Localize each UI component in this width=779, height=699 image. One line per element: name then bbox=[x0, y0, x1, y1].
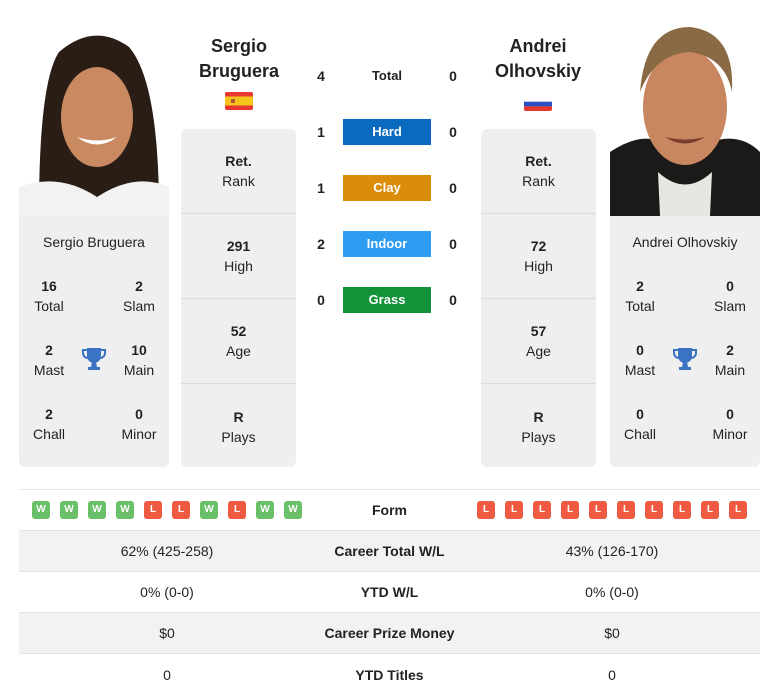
titles-chall: 2 Chall bbox=[33, 406, 65, 442]
player-left-photo bbox=[19, 22, 169, 216]
titles-mast: 0 Mast bbox=[624, 342, 656, 378]
age-cell: 52 Age bbox=[181, 299, 296, 384]
surface-grass-badge[interactable]: Grass bbox=[343, 287, 431, 313]
player-left-titles-card: Sergio Bruguera 16 Total 2 Slam 2 Mast 10 Ma… bbox=[19, 216, 169, 467]
titles-mast: 2 Mast bbox=[33, 342, 65, 378]
spain-flag-icon bbox=[225, 92, 253, 110]
form-result-badge[interactable]: L bbox=[589, 501, 607, 519]
form-result-badge[interactable]: W bbox=[200, 501, 218, 519]
form-result-badge[interactable]: W bbox=[32, 501, 50, 519]
table-row: $0 Career Prize Money $0 bbox=[19, 613, 760, 654]
h2h-grass-row: 0 Grass 0 bbox=[305, 287, 475, 313]
trophy-icon bbox=[81, 346, 107, 372]
titles-minor: 0 Minor bbox=[712, 406, 748, 442]
form-result-badge[interactable]: W bbox=[116, 501, 134, 519]
form-result-badge[interactable]: L bbox=[228, 501, 246, 519]
player-left-name[interactable]: Sergio Bruguera bbox=[181, 34, 297, 84]
form-result-badge[interactable]: L bbox=[533, 501, 551, 519]
h2h-hard-row: 1 Hard 0 bbox=[305, 119, 475, 145]
high-cell: 72 High bbox=[481, 214, 596, 299]
titles-slam: 2 Slam bbox=[123, 278, 155, 314]
trophy-icon bbox=[672, 346, 698, 372]
form-right: LLLLLLLLLL bbox=[464, 501, 760, 519]
titles-chall: 0 Chall bbox=[624, 406, 656, 442]
form-result-badge[interactable]: L bbox=[701, 501, 719, 519]
player-right-name[interactable]: Andrei Olhovskiy bbox=[480, 34, 596, 84]
comparison-table: WWWWLLWLWW Form LLLLLLLLLL 62% (425-258)… bbox=[19, 489, 760, 695]
form-result-badge[interactable]: L bbox=[673, 501, 691, 519]
titles-minor: 0 Minor bbox=[121, 406, 157, 442]
player-right-full-name: Andrei Olhovskiy bbox=[632, 234, 738, 250]
form-result-badge[interactable]: W bbox=[88, 501, 106, 519]
titles-main: 10 Main bbox=[123, 342, 155, 378]
form-result-badge[interactable]: L bbox=[505, 501, 523, 519]
form-result-badge[interactable]: L bbox=[172, 501, 190, 519]
h2h-total-label: Total bbox=[371, 68, 403, 83]
player-right-titles-card: Andrei Olhovskiy 2 Total 0 Slam 0 Mast 2 Mai… bbox=[610, 216, 760, 467]
table-row: 62% (425-258) Career Total W/L 43% (126-… bbox=[19, 531, 760, 572]
player-right-info-column: Ret. Rank 72 High 57 Age R Plays bbox=[481, 129, 596, 467]
high-cell: 291 High bbox=[181, 214, 296, 299]
rank-cell: Ret. Rank bbox=[181, 129, 296, 214]
h2h-total-row: 4 Total 0 bbox=[305, 63, 475, 89]
surface-hard-badge[interactable]: Hard bbox=[343, 119, 431, 145]
form-result-badge[interactable]: L bbox=[729, 501, 747, 519]
plays-cell: R Plays bbox=[221, 408, 256, 445]
russia-flag-icon bbox=[524, 97, 552, 111]
form-result-badge[interactable]: W bbox=[284, 501, 302, 519]
table-row: 0 YTD Titles 0 bbox=[163, 666, 616, 683]
surface-indoor-badge[interactable]: Indoor bbox=[343, 231, 431, 257]
form-result-badge[interactable]: L bbox=[144, 501, 162, 519]
form-result-badge[interactable]: W bbox=[60, 501, 78, 519]
titles-total: 16 Total bbox=[34, 278, 64, 314]
h2h-indoor-row: 2 Indoor 0 bbox=[305, 231, 475, 257]
titles-total: 2 Total bbox=[625, 278, 655, 314]
titles-main: 2 Main bbox=[714, 342, 746, 378]
form-result-badge[interactable]: L bbox=[617, 501, 635, 519]
form-result-badge[interactable]: L bbox=[645, 501, 663, 519]
form-row: WWWWLLWLWW Form LLLLLLLLLL bbox=[19, 490, 760, 531]
form-result-badge[interactable]: L bbox=[477, 501, 495, 519]
plays-cell: R Plays bbox=[521, 408, 556, 445]
player-left-info-column: Ret. Rank 291 High 52 Age R Plays bbox=[181, 129, 296, 467]
player-right-photo bbox=[610, 22, 760, 216]
age-cell: 57 Age bbox=[481, 299, 596, 384]
h2h-clay-row: 1 Clay 0 bbox=[305, 175, 475, 201]
form-result-badge[interactable]: W bbox=[256, 501, 274, 519]
table-row: 0% (0-0) YTD W/L 0% (0-0) bbox=[19, 572, 760, 613]
form-left: WWWWLLWLWW bbox=[19, 501, 315, 519]
player-left-full-name: Sergio Bruguera bbox=[43, 234, 145, 250]
surface-clay-badge[interactable]: Clay bbox=[343, 175, 431, 201]
titles-slam: 0 Slam bbox=[714, 278, 746, 314]
form-result-badge[interactable]: L bbox=[561, 501, 579, 519]
rank-cell: Ret. Rank bbox=[481, 129, 596, 214]
form-label: Form bbox=[372, 502, 407, 518]
